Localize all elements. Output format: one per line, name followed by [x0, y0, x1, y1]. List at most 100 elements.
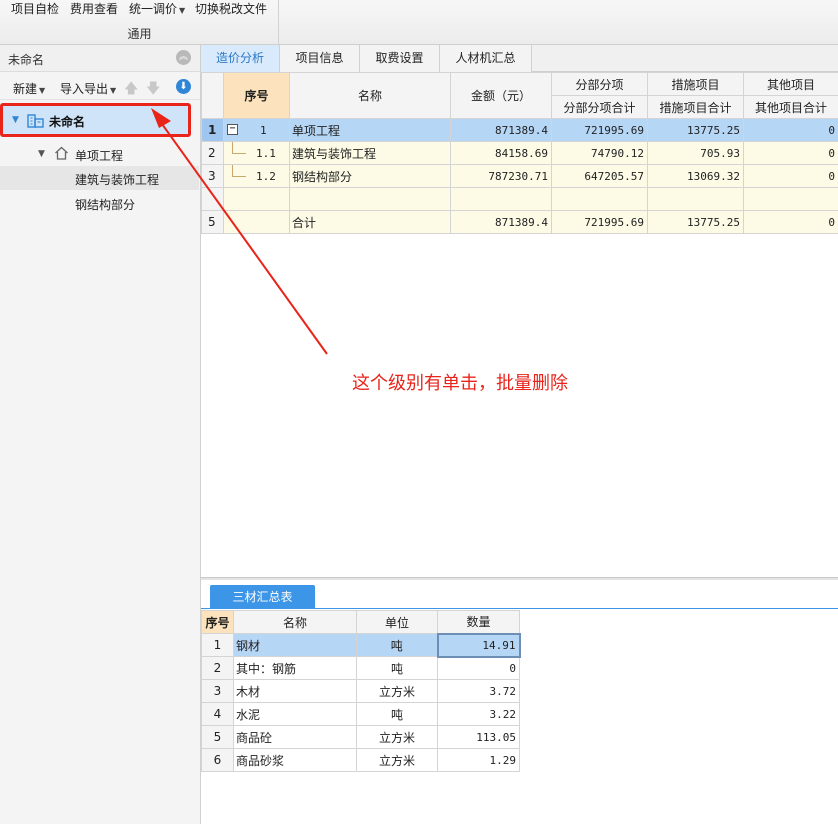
amount-cell[interactable]: 787230.71 — [450, 164, 552, 188]
name-cell[interactable]: 水泥 — [233, 702, 357, 726]
unit-cell[interactable]: 吨 — [356, 702, 438, 726]
project-check-button[interactable]: 项目自检 — [11, 0, 59, 17]
table-row[interactable] — [201, 187, 838, 211]
row-number[interactable]: 6 — [201, 748, 234, 772]
collapse-up-icon[interactable]: ︽ — [176, 50, 191, 65]
row-number[interactable]: 5 — [201, 210, 224, 234]
table-row[interactable]: 5 商品砼 立方米 113.05 — [201, 725, 520, 749]
table-row[interactable]: 2 1.1 建筑与装饰工程 84158.69 74790.12 705.93 0 — [201, 141, 838, 165]
fbfx-cell[interactable] — [551, 187, 648, 211]
unit-cell[interactable]: 立方米 — [356, 725, 438, 749]
unit-cell[interactable]: 立方米 — [356, 748, 438, 772]
column-group-header-csxm[interactable]: 措施项目 — [647, 72, 744, 96]
name-cell[interactable]: 商品砂浆 — [233, 748, 357, 772]
tab-fee-settings[interactable]: 取费设置 — [360, 45, 440, 72]
row-number[interactable]: 5 — [201, 725, 234, 749]
name-cell[interactable]: 建筑与装饰工程 — [289, 141, 451, 165]
row-number[interactable]: 2 — [201, 141, 224, 165]
qty-cell[interactable]: 14.91 — [436, 632, 521, 658]
expand-triangle-icon[interactable]: ▼ — [12, 115, 19, 125]
qtxm-cell[interactable]: 0 — [743, 164, 838, 188]
qtxm-cell[interactable]: 0 — [743, 118, 838, 142]
qtxm-cell[interactable] — [743, 187, 838, 211]
column-header-seq[interactable]: 序号 — [201, 610, 234, 634]
tree-item-project-root[interactable]: ▼ 未命名 — [0, 103, 191, 137]
expand-triangle-icon[interactable]: ▼ — [38, 149, 45, 159]
seq-cell[interactable]: 1.2 — [223, 164, 290, 188]
row-number[interactable]: 2 — [201, 656, 234, 680]
name-cell[interactable]: 合计 — [289, 210, 451, 234]
qty-cell[interactable]: 1.29 — [437, 748, 520, 772]
fee-view-button[interactable]: 费用查看 — [70, 0, 118, 17]
column-group-header-qtxm[interactable]: 其他项目 — [743, 72, 838, 96]
column-header-csxm-total[interactable]: 措施项目合计 — [647, 95, 744, 119]
panel-splitter[interactable] — [201, 577, 838, 580]
tree-item-steel-structure[interactable]: 钢结构部分 — [0, 191, 199, 215]
table-row[interactable]: 6 商品砂浆 立方米 1.29 — [201, 748, 520, 772]
qty-cell[interactable]: 0 — [437, 656, 520, 680]
tab-labor-material-summary[interactable]: 人材机汇总 — [440, 45, 532, 72]
column-header-seq[interactable]: 序号 — [223, 72, 290, 119]
seq-cell[interactable] — [223, 187, 290, 211]
qty-cell[interactable]: 113.05 — [437, 725, 520, 749]
csxm-cell[interactable] — [647, 187, 744, 211]
column-header-name[interactable]: 名称 — [289, 72, 451, 119]
table-row[interactable]: 3 1.2 钢结构部分 787230.71 647205.57 13069.32… — [201, 164, 838, 188]
unit-cell[interactable]: 立方米 — [356, 679, 438, 703]
seq-cell[interactable]: 1.1 — [223, 141, 290, 165]
column-header-amount[interactable]: 金额（元） — [450, 72, 552, 119]
column-group-header-fbfx[interactable]: 分部分项 — [551, 72, 648, 96]
fbfx-cell[interactable]: 74790.12 — [551, 141, 648, 165]
row-number[interactable]: 1 — [201, 633, 234, 657]
amount-cell[interactable]: 84158.69 — [450, 141, 552, 165]
tree-item-single-project[interactable]: ▼ 单项工程 — [0, 142, 199, 166]
move-down-icon[interactable]: 🡇 — [146, 78, 160, 102]
amount-cell[interactable] — [450, 187, 552, 211]
switch-tax-file-button[interactable]: 切换税改文件 — [195, 0, 267, 17]
fbfx-cell[interactable]: 721995.69 — [551, 118, 648, 142]
csxm-cell[interactable]: 13775.25 — [647, 118, 744, 142]
name-cell[interactable]: 木材 — [233, 679, 357, 703]
fbfx-cell[interactable]: 647205.57 — [551, 164, 648, 188]
table-row[interactable]: 1 钢材 吨 14.91 — [201, 632, 521, 658]
seq-cell[interactable]: − 1 — [223, 118, 290, 142]
row-number[interactable]: 3 — [201, 164, 224, 188]
column-header-fbfx-total[interactable]: 分部分项合计 — [551, 95, 648, 119]
table-row[interactable]: 3 木材 立方米 3.72 — [201, 679, 520, 703]
name-cell[interactable] — [289, 187, 451, 211]
import-export-button[interactable]: 导入导出 ▼ — [60, 80, 116, 97]
table-row[interactable]: 5 合计 871389.4 721995.69 13775.25 0 — [201, 210, 838, 234]
amount-cell[interactable]: 871389.4 — [450, 118, 552, 142]
row-number[interactable]: 4 — [201, 702, 234, 726]
column-header-qtxm-total[interactable]: 其他项目合计 — [743, 95, 838, 119]
qty-cell[interactable]: 3.72 — [437, 679, 520, 703]
csxm-cell[interactable]: 13069.32 — [647, 164, 744, 188]
csxm-cell[interactable]: 13775.25 — [647, 210, 744, 234]
csxm-cell[interactable]: 705.93 — [647, 141, 744, 165]
qtxm-cell[interactable]: 0 — [743, 141, 838, 165]
table-row[interactable]: 4 水泥 吨 3.22 — [201, 702, 520, 726]
name-cell[interactable]: 单项工程 — [289, 118, 451, 142]
fbfx-cell[interactable]: 721995.69 — [551, 210, 648, 234]
column-header-name[interactable]: 名称 — [233, 610, 357, 634]
name-cell[interactable]: 商品砼 — [233, 725, 357, 749]
download-icon[interactable]: ⬇ — [176, 79, 191, 94]
tab-cost-analysis[interactable]: 造价分析 — [201, 45, 280, 72]
tab-three-materials-summary[interactable]: 三材汇总表 — [210, 585, 315, 609]
table-row[interactable]: 2 其中：钢筋 吨 0 — [201, 656, 520, 680]
qtxm-cell[interactable]: 0 — [743, 210, 838, 234]
tree-item-building-decoration[interactable]: 建筑与装饰工程 — [0, 166, 199, 190]
new-button[interactable]: 新建 ▼ — [13, 80, 45, 97]
unified-price-adjust-button[interactable]: 统一调价 ▼ — [129, 0, 185, 17]
name-cell[interactable]: 其中：钢筋 — [233, 656, 357, 680]
column-header-qty[interactable]: 数量 — [437, 610, 520, 634]
amount-cell[interactable]: 871389.4 — [450, 210, 552, 234]
qty-cell[interactable]: 3.22 — [437, 702, 520, 726]
name-cell[interactable]: 钢材 — [233, 633, 357, 657]
row-number[interactable]: 1 — [201, 118, 224, 142]
unit-cell[interactable]: 吨 — [356, 633, 438, 657]
unit-cell[interactable]: 吨 — [356, 656, 438, 680]
tab-project-info[interactable]: 项目信息 — [280, 45, 360, 72]
seq-cell[interactable] — [223, 210, 290, 234]
row-number[interactable]: 3 — [201, 679, 234, 703]
